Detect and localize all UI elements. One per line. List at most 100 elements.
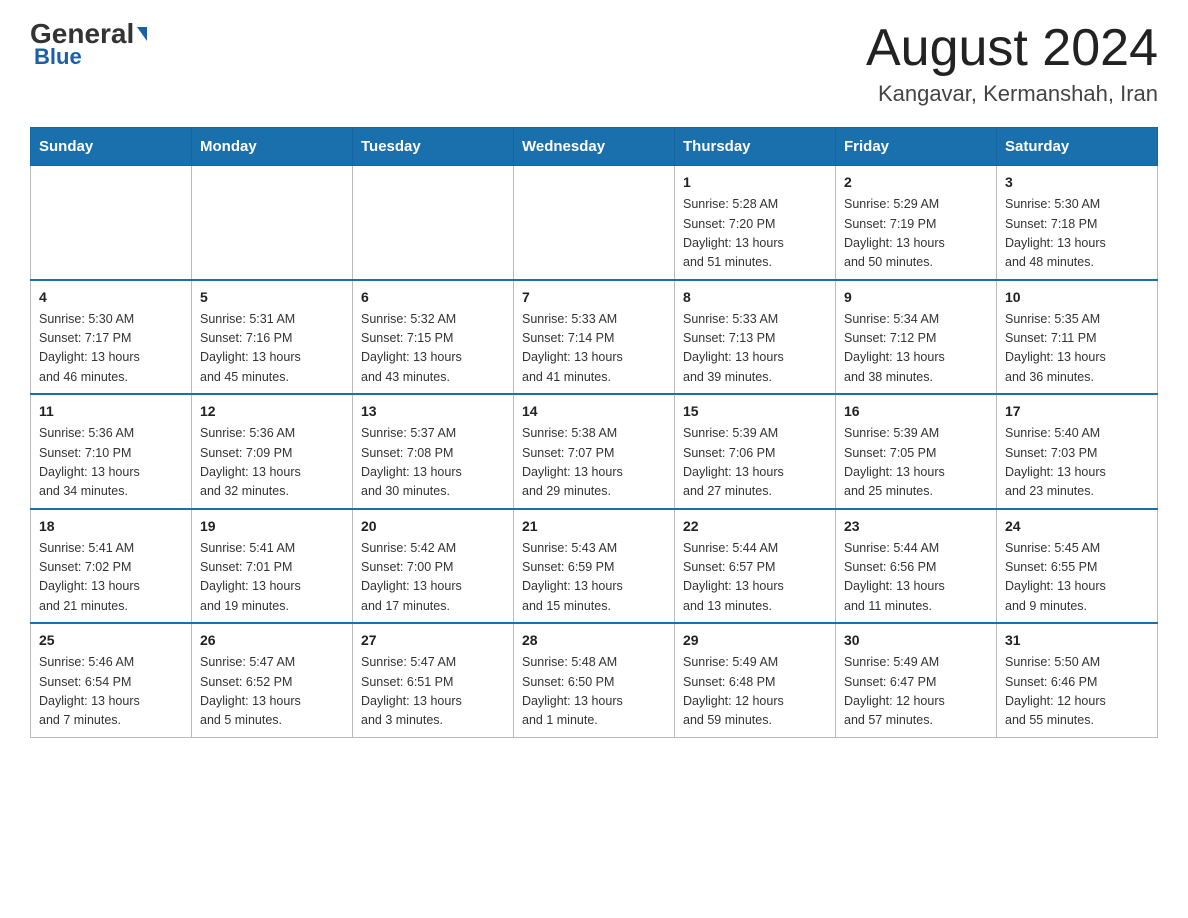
calendar-cell: 28Sunrise: 5:48 AMSunset: 6:50 PMDayligh…	[514, 623, 675, 737]
day-info: Sunrise: 5:36 AMSunset: 7:10 PMDaylight:…	[39, 424, 183, 502]
calendar-cell: 13Sunrise: 5:37 AMSunset: 7:08 PMDayligh…	[353, 394, 514, 509]
day-info: Sunrise: 5:44 AMSunset: 6:56 PMDaylight:…	[844, 539, 988, 617]
day-number: 26	[200, 630, 344, 651]
calendar-body: 1Sunrise: 5:28 AMSunset: 7:20 PMDaylight…	[31, 166, 1158, 738]
calendar-row: 11Sunrise: 5:36 AMSunset: 7:10 PMDayligh…	[31, 394, 1158, 509]
calendar-cell: 9Sunrise: 5:34 AMSunset: 7:12 PMDaylight…	[836, 280, 997, 395]
day-info: Sunrise: 5:50 AMSunset: 6:46 PMDaylight:…	[1005, 653, 1149, 731]
day-info: Sunrise: 5:47 AMSunset: 6:51 PMDaylight:…	[361, 653, 505, 731]
calendar-cell: 27Sunrise: 5:47 AMSunset: 6:51 PMDayligh…	[353, 623, 514, 737]
day-number: 21	[522, 516, 666, 537]
calendar-cell: 12Sunrise: 5:36 AMSunset: 7:09 PMDayligh…	[192, 394, 353, 509]
calendar-cell: 29Sunrise: 5:49 AMSunset: 6:48 PMDayligh…	[675, 623, 836, 737]
day-info: Sunrise: 5:30 AMSunset: 7:17 PMDaylight:…	[39, 310, 183, 388]
day-info: Sunrise: 5:41 AMSunset: 7:02 PMDaylight:…	[39, 539, 183, 617]
calendar-cell: 5Sunrise: 5:31 AMSunset: 7:16 PMDaylight…	[192, 280, 353, 395]
calendar-cell: 3Sunrise: 5:30 AMSunset: 7:18 PMDaylight…	[997, 166, 1158, 280]
day-info: Sunrise: 5:31 AMSunset: 7:16 PMDaylight:…	[200, 310, 344, 388]
day-info: Sunrise: 5:34 AMSunset: 7:12 PMDaylight:…	[844, 310, 988, 388]
day-info: Sunrise: 5:38 AMSunset: 7:07 PMDaylight:…	[522, 424, 666, 502]
title-block: August 2024 Kangavar, Kermanshah, Iran	[866, 20, 1158, 107]
calendar-cell: 7Sunrise: 5:33 AMSunset: 7:14 PMDaylight…	[514, 280, 675, 395]
day-number: 25	[39, 630, 183, 651]
day-info: Sunrise: 5:49 AMSunset: 6:47 PMDaylight:…	[844, 653, 988, 731]
calendar-cell: 14Sunrise: 5:38 AMSunset: 7:07 PMDayligh…	[514, 394, 675, 509]
location-title: Kangavar, Kermanshah, Iran	[866, 81, 1158, 107]
day-number: 1	[683, 172, 827, 193]
calendar-cell: 22Sunrise: 5:44 AMSunset: 6:57 PMDayligh…	[675, 509, 836, 624]
day-number: 16	[844, 401, 988, 422]
day-info: Sunrise: 5:49 AMSunset: 6:48 PMDaylight:…	[683, 653, 827, 731]
day-number: 13	[361, 401, 505, 422]
day-info: Sunrise: 5:48 AMSunset: 6:50 PMDaylight:…	[522, 653, 666, 731]
col-header-saturday: Saturday	[997, 128, 1158, 166]
calendar-cell: 11Sunrise: 5:36 AMSunset: 7:10 PMDayligh…	[31, 394, 192, 509]
calendar-cell: 2Sunrise: 5:29 AMSunset: 7:19 PMDaylight…	[836, 166, 997, 280]
col-header-thursday: Thursday	[675, 128, 836, 166]
col-header-tuesday: Tuesday	[353, 128, 514, 166]
day-number: 18	[39, 516, 183, 537]
day-info: Sunrise: 5:35 AMSunset: 7:11 PMDaylight:…	[1005, 310, 1149, 388]
day-number: 31	[1005, 630, 1149, 651]
day-info: Sunrise: 5:39 AMSunset: 7:06 PMDaylight:…	[683, 424, 827, 502]
day-info: Sunrise: 5:37 AMSunset: 7:08 PMDaylight:…	[361, 424, 505, 502]
calendar-cell	[514, 166, 675, 280]
day-info: Sunrise: 5:40 AMSunset: 7:03 PMDaylight:…	[1005, 424, 1149, 502]
logo: General Blue	[30, 20, 147, 70]
calendar-table: SundayMondayTuesdayWednesdayThursdayFrid…	[30, 127, 1158, 738]
calendar-cell: 26Sunrise: 5:47 AMSunset: 6:52 PMDayligh…	[192, 623, 353, 737]
day-number: 7	[522, 287, 666, 308]
calendar-row: 25Sunrise: 5:46 AMSunset: 6:54 PMDayligh…	[31, 623, 1158, 737]
day-number: 5	[200, 287, 344, 308]
calendar-cell: 15Sunrise: 5:39 AMSunset: 7:06 PMDayligh…	[675, 394, 836, 509]
calendar-cell: 6Sunrise: 5:32 AMSunset: 7:15 PMDaylight…	[353, 280, 514, 395]
day-info: Sunrise: 5:30 AMSunset: 7:18 PMDaylight:…	[1005, 195, 1149, 273]
day-number: 20	[361, 516, 505, 537]
day-number: 11	[39, 401, 183, 422]
calendar-cell: 20Sunrise: 5:42 AMSunset: 7:00 PMDayligh…	[353, 509, 514, 624]
day-info: Sunrise: 5:29 AMSunset: 7:19 PMDaylight:…	[844, 195, 988, 273]
day-info: Sunrise: 5:28 AMSunset: 7:20 PMDaylight:…	[683, 195, 827, 273]
logo-blue: Blue	[30, 44, 82, 70]
calendar-cell: 23Sunrise: 5:44 AMSunset: 6:56 PMDayligh…	[836, 509, 997, 624]
calendar-cell: 30Sunrise: 5:49 AMSunset: 6:47 PMDayligh…	[836, 623, 997, 737]
calendar-cell: 16Sunrise: 5:39 AMSunset: 7:05 PMDayligh…	[836, 394, 997, 509]
day-info: Sunrise: 5:41 AMSunset: 7:01 PMDaylight:…	[200, 539, 344, 617]
calendar-row: 4Sunrise: 5:30 AMSunset: 7:17 PMDaylight…	[31, 280, 1158, 395]
day-number: 2	[844, 172, 988, 193]
day-info: Sunrise: 5:47 AMSunset: 6:52 PMDaylight:…	[200, 653, 344, 731]
day-info: Sunrise: 5:33 AMSunset: 7:14 PMDaylight:…	[522, 310, 666, 388]
page-header: General Blue August 2024 Kangavar, Kerma…	[30, 20, 1158, 107]
day-info: Sunrise: 5:33 AMSunset: 7:13 PMDaylight:…	[683, 310, 827, 388]
calendar-cell: 18Sunrise: 5:41 AMSunset: 7:02 PMDayligh…	[31, 509, 192, 624]
day-number: 30	[844, 630, 988, 651]
day-number: 28	[522, 630, 666, 651]
day-info: Sunrise: 5:46 AMSunset: 6:54 PMDaylight:…	[39, 653, 183, 731]
day-info: Sunrise: 5:42 AMSunset: 7:00 PMDaylight:…	[361, 539, 505, 617]
header-row: SundayMondayTuesdayWednesdayThursdayFrid…	[31, 128, 1158, 166]
calendar-cell: 25Sunrise: 5:46 AMSunset: 6:54 PMDayligh…	[31, 623, 192, 737]
day-number: 23	[844, 516, 988, 537]
calendar-cell: 8Sunrise: 5:33 AMSunset: 7:13 PMDaylight…	[675, 280, 836, 395]
day-number: 8	[683, 287, 827, 308]
day-number: 24	[1005, 516, 1149, 537]
col-header-monday: Monday	[192, 128, 353, 166]
calendar-cell: 24Sunrise: 5:45 AMSunset: 6:55 PMDayligh…	[997, 509, 1158, 624]
calendar-cell: 19Sunrise: 5:41 AMSunset: 7:01 PMDayligh…	[192, 509, 353, 624]
calendar-cell: 10Sunrise: 5:35 AMSunset: 7:11 PMDayligh…	[997, 280, 1158, 395]
day-number: 22	[683, 516, 827, 537]
calendar-cell	[192, 166, 353, 280]
day-number: 10	[1005, 287, 1149, 308]
day-number: 9	[844, 287, 988, 308]
day-number: 3	[1005, 172, 1149, 193]
day-number: 19	[200, 516, 344, 537]
day-info: Sunrise: 5:45 AMSunset: 6:55 PMDaylight:…	[1005, 539, 1149, 617]
day-number: 4	[39, 287, 183, 308]
calendar-header: SundayMondayTuesdayWednesdayThursdayFrid…	[31, 128, 1158, 166]
day-number: 12	[200, 401, 344, 422]
col-header-friday: Friday	[836, 128, 997, 166]
col-header-wednesday: Wednesday	[514, 128, 675, 166]
calendar-cell	[31, 166, 192, 280]
day-number: 17	[1005, 401, 1149, 422]
calendar-cell: 17Sunrise: 5:40 AMSunset: 7:03 PMDayligh…	[997, 394, 1158, 509]
